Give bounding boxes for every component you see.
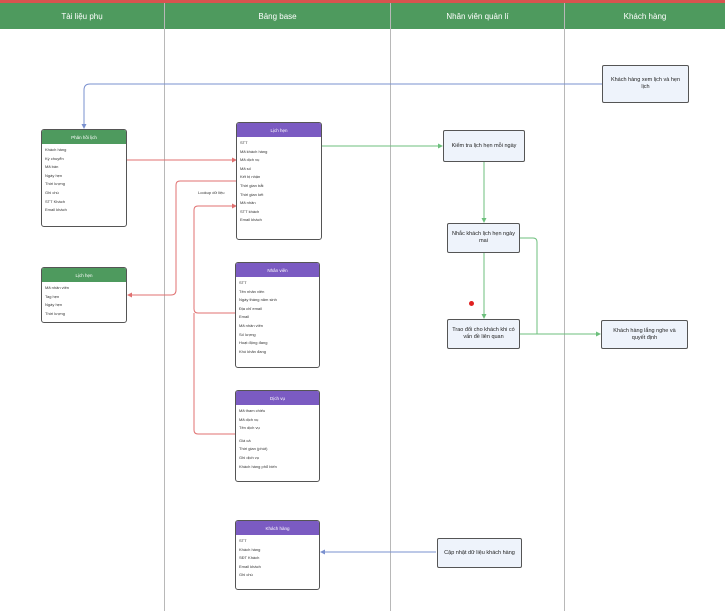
table-row: Email [239, 314, 250, 320]
table-row: Ghi dịch vụ [239, 454, 260, 460]
table-row: Khách hàng [45, 147, 67, 152]
table-row: Khó khăn đang [239, 348, 266, 354]
table-row: STT Khách [45, 198, 65, 204]
edge-lookup-to-lich-hen-phu [127, 180, 236, 298]
edge-nhan-vien-lookup [193, 203, 237, 314]
process-remind-customer[interactable]: Nhắc khách lịch hẹn ngày mai [447, 223, 520, 253]
table-row: Mã dịch vụ [239, 416, 259, 422]
table-row: Email khách [240, 217, 262, 223]
table-row: Email khách [239, 563, 261, 569]
table-row: STT [239, 280, 247, 285]
table-row: Tag hẹn [45, 293, 60, 299]
table-row: Mã tham chiếu [239, 408, 266, 413]
table-row: Tên nhân viên [239, 288, 265, 294]
table-row: Thời gian bắt [240, 182, 264, 188]
table-khach-hang[interactable]: Khách hàng STT Khách hàng SĐT Khách Emai… [235, 520, 320, 590]
red-dot-marker [469, 301, 474, 306]
table-row: STT [239, 538, 247, 543]
process-exchange-issues[interactable]: Trao đổi cho khách khi có vấn đề liên qu… [447, 319, 520, 349]
table-row: Ngày hẹn [45, 302, 63, 308]
table-row: Số lượng [239, 331, 256, 337]
table-row: Ký chuyển [45, 155, 64, 161]
table-row: Email khách [45, 207, 67, 213]
table-nhan-vien[interactable]: Nhân viên STT Tên nhân viên Ngày tháng n… [235, 262, 320, 368]
lookup-label: Lookup dữ liệu [198, 190, 225, 195]
table-row: Địa chỉ email [239, 305, 262, 311]
table-row: Ghi chú [45, 189, 59, 195]
table-row: STT [240, 140, 248, 145]
edge-remind-to-listen [520, 237, 601, 337]
table-row: Khách hàng phổ biến [239, 463, 277, 469]
table-row: Thời gian (phút) [239, 446, 268, 452]
table-dich-vu[interactable]: Dịch vụ Mã tham chiếu Mã dịch vụ Tên dịc… [235, 390, 320, 482]
table-phan-hoi-lich[interactable]: Phản hồi lịch Khách hàng Ký chuyển Mã bá… [41, 129, 127, 227]
table-title: Lịch hẹn [42, 268, 126, 282]
table-row: Mã dịch vụ [240, 157, 260, 163]
table-title: Khách hàng [236, 521, 319, 535]
table-row: Thời gian kết [240, 191, 264, 197]
table-row: Thời lượng [45, 181, 65, 187]
process-customer-view-booking[interactable]: Khách hàng xem lịch và hẹn lịch [602, 65, 689, 103]
edge-dich-vu-lookup [193, 313, 236, 435]
table-row: SĐT Khách [239, 555, 260, 561]
table-row: Mã khách hàng [240, 148, 268, 154]
table-lich-hen[interactable]: Lịch hẹn STT Mã khách hàng Mã dịch vụ Mã… [236, 122, 322, 240]
process-check-daily[interactable]: Kiểm tra lịch hẹn mỗi ngày [443, 130, 525, 162]
table-row: Ngày tháng năm sinh [239, 297, 277, 303]
table-row: Mã nhân viên [45, 285, 70, 290]
table-row: Thời lượng [45, 310, 65, 316]
table-row: Ghi chú [239, 572, 253, 578]
table-title: Lịch hẹn [237, 123, 321, 137]
table-title: Nhân viên [236, 263, 319, 277]
table-lich-hen-phu[interactable]: Lịch hẹn Mã nhân viên Tag hẹn Ngày hẹn T… [41, 267, 127, 323]
table-row: STT khách [240, 208, 260, 214]
table-row: Hoạt động đang [239, 340, 268, 346]
table-row: Giá cả [239, 437, 251, 443]
table-row: Mã nhân viên [239, 322, 264, 328]
table-row: Ngày hẹn [45, 172, 63, 178]
table-row: Khách hàng [239, 546, 261, 552]
table-title: Phản hồi lịch [42, 130, 126, 144]
table-row: Tên dịch vụ [239, 425, 260, 431]
table-row: Kết bị nhận [240, 174, 261, 180]
process-update-customer[interactable]: Cập nhật dữ liệu khách hàng [437, 538, 522, 568]
table-row: Mã nhân [240, 200, 256, 206]
table-row: Mã số [240, 165, 251, 171]
edge-customer-to-phan-hoi [81, 83, 602, 129]
process-customer-decide[interactable]: Khách hàng lắng nghe và quyết định [601, 320, 688, 349]
table-row: Mã bán [45, 164, 59, 170]
table-title: Dịch vụ [236, 391, 319, 405]
